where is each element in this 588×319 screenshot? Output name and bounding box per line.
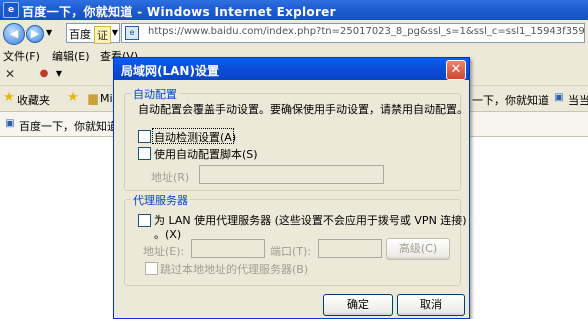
use-proxy-label[interactable]: 为 LAN 使用代理服务器 (这些设置不会应用于拨号或 VPN 连接) [154, 212, 467, 228]
nav-dropdown-icon[interactable]: ▼ [46, 28, 52, 37]
site-icon: ▣ [554, 92, 564, 103]
toolbar-app-icon[interactable]: ● [37, 67, 51, 81]
use-script-checkbox[interactable] [138, 147, 151, 160]
auto-detect-label[interactable]: 自动检测设置(A) [154, 129, 236, 145]
page-icon: e [125, 26, 139, 40]
use-script-label[interactable]: 使用自动配置脚本(S) [154, 146, 258, 162]
chevron-down-icon[interactable]: ▼ [52, 67, 66, 81]
dialog-close-button[interactable]: ✕ [446, 60, 466, 80]
lan-settings-dialog: 局域网(LAN)设置 ✕ 自动配置 自动配置会覆盖手动设置。要确保使用手动设置，… [113, 57, 470, 319]
cancel-button[interactable]: 取消 [397, 294, 465, 316]
tab-baidu[interactable]: 百度一下，你就知道 [19, 118, 118, 134]
back-button[interactable]: ◀ [3, 23, 25, 45]
menu-file[interactable]: 文件(F) [3, 48, 40, 64]
proxy-address-label: 地址(E): [143, 245, 185, 258]
add-favorite-icon[interactable]: ★ [66, 91, 80, 105]
cert-badge: 证 [94, 26, 111, 44]
favorites-button[interactable]: 收藏夹 [17, 92, 50, 108]
proxy-address-input[interactable] [191, 239, 265, 258]
use-proxy-checkbox[interactable] [138, 214, 151, 227]
script-address-label: 地址(R) [151, 171, 190, 184]
address-input[interactable]: e https://www.baidu.com/index.php?tn=250… [121, 23, 585, 43]
ok-button[interactable]: 确定 [323, 294, 393, 316]
address-url: https://www.baidu.com/index.php?tn=25017… [148, 26, 585, 37]
advanced-button[interactable]: 高级(C) [386, 238, 450, 260]
script-address-input[interactable] [199, 165, 384, 184]
ie-title-bar: e 百度一下，你就知道 - Windows Internet Explorer [0, 0, 588, 20]
ie-window-title: 百度一下，你就知道 - Windows Internet Explorer [22, 5, 336, 19]
chevron-down-icon: ▼ [111, 28, 118, 37]
dialog-title-bar: 局域网(LAN)设置 ✕ [114, 58, 469, 80]
fav-link-dangdang[interactable]: 当当 [568, 92, 588, 108]
auto-config-legend: 自动配置 [131, 86, 179, 102]
proxy-port-input[interactable] [318, 239, 382, 258]
baidu-tab-icon: ▣ [5, 118, 15, 129]
ie-address-toolbar: ◀ ▶ ▼ 百度 证 ▼ e https://www.baidu.com/ind… [0, 20, 588, 47]
fav-link-baidu[interactable]: 一下，你就知道 [472, 92, 549, 108]
search-engine-label: 百度 [69, 28, 91, 41]
use-proxy-label-line2[interactable]: 。(X) [154, 226, 181, 242]
proxy-port-label: 端口(T): [270, 245, 312, 258]
menu-edit[interactable]: 编辑(E) [52, 48, 90, 64]
bypass-local-checkbox[interactable] [145, 262, 158, 275]
bypass-local-label[interactable]: 跳过本地地址的代理服务器(B) [160, 261, 308, 277]
close-icon[interactable]: ✕ [3, 67, 17, 81]
search-engine-selector[interactable]: 百度 证 ▼ [66, 23, 120, 44]
auto-config-description: 自动配置会覆盖手动设置。要确保使用手动设置，请禁用自动配置。 [138, 103, 468, 116]
folder-icon: ▆ [88, 91, 98, 105]
dialog-title: 局域网(LAN)设置 [121, 64, 219, 78]
auto-detect-checkbox[interactable] [138, 130, 151, 143]
ie-app-icon: e [3, 2, 19, 18]
star-icon: ★ [3, 90, 15, 105]
forward-button[interactable]: ▶ [26, 25, 44, 43]
proxy-legend: 代理服务器 [131, 192, 190, 208]
